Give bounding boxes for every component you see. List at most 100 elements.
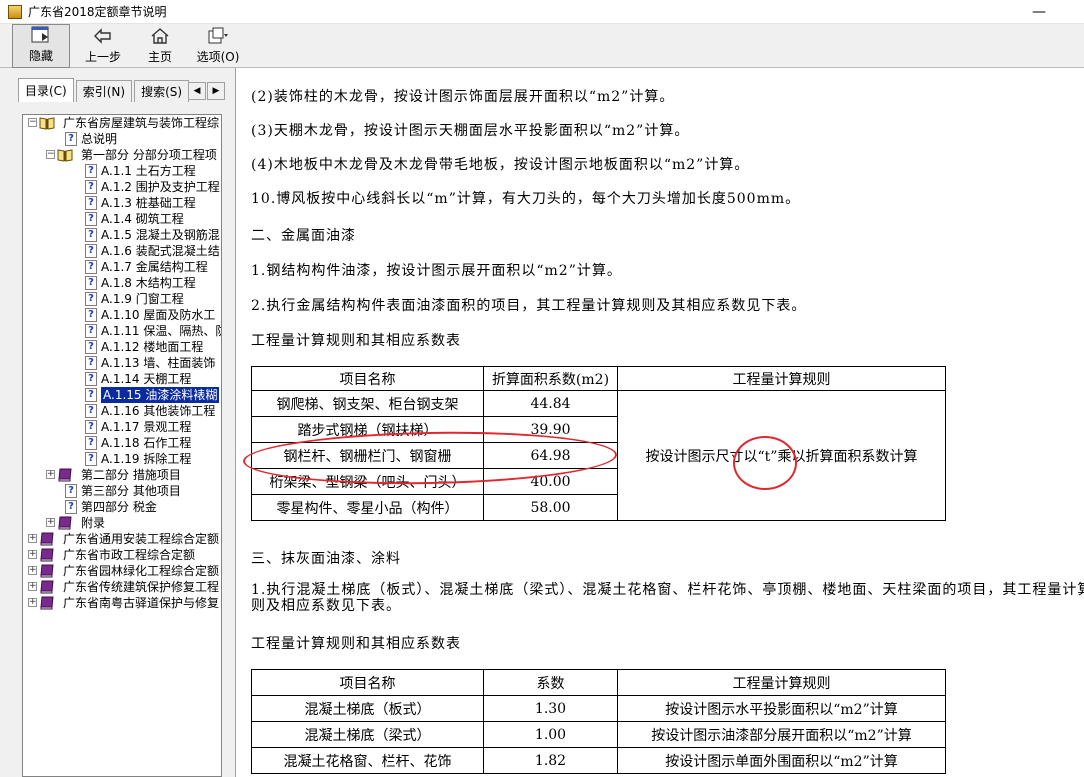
tree-item[interactable]: ? A.1.15 油漆涂料裱糊 — [23, 387, 221, 403]
tree-item[interactable]: + 第二部分 措施项目 — [23, 467, 221, 483]
tree-item-label: A.1.8 木结构工程 — [101, 276, 196, 290]
tree-item-label: 第三部分 其他项目 — [81, 484, 181, 498]
table-header-cell: 折算面积系数(m2) — [483, 366, 618, 391]
section-heading: 二、金属面油漆 — [251, 228, 356, 244]
expand-icon[interactable]: + — [46, 518, 55, 527]
tab-index[interactable]: 索引(N) — [75, 80, 133, 102]
tree-item[interactable]: ? A.1.6 装配式混凝土结 — [23, 243, 221, 259]
help-page-icon: ? — [85, 340, 97, 354]
table-header-row: 项目名称 系数 工程量计算规则 — [251, 669, 946, 696]
tree-item-label: A.1.5 混凝土及钢筋混 — [101, 228, 220, 242]
help-page-icon: ? — [85, 388, 97, 402]
tree-item-label: A.1.12 楼地面工程 — [101, 340, 204, 354]
table-cell: 58.00 — [483, 494, 618, 521]
tab-scroll-right-icon[interactable]: ▶ — [207, 82, 225, 100]
table-cell: 混凝土梯底（板式） — [251, 695, 484, 722]
tab-scroll-left-icon[interactable]: ◀ — [188, 82, 206, 100]
tree-item[interactable]: ? A.1.4 砌筑工程 — [23, 211, 221, 227]
tree-item[interactable]: ? 第三部分 其他项目 — [23, 483, 221, 499]
tree-item[interactable]: ? A.1.19 拆除工程 — [23, 451, 221, 467]
table-cell: 钢栏杆、钢栅栏门、钢窗栅 — [251, 442, 484, 469]
app-book-icon — [8, 4, 22, 19]
home-button[interactable]: 主页 — [134, 24, 186, 68]
content-pane: (2)装饰柱的木龙骨，按设计图示饰面层展开面积以“m2”计算。 (3)天棚木龙骨… — [237, 68, 1084, 777]
content-line: 10.博风板按中心线斜长以“m”计算，有大刀头的，每个大刀头增加长度500mm。 — [251, 191, 801, 207]
help-page-icon: ? — [85, 212, 97, 226]
help-page-icon: ? — [85, 244, 97, 258]
tree-item[interactable]: − 广东省房屋建筑与装饰工程综 — [23, 115, 221, 131]
expand-icon[interactable]: + — [46, 470, 55, 479]
home-icon — [150, 26, 170, 46]
tree-item[interactable]: ? A.1.7 金属结构工程 — [23, 259, 221, 275]
tree-item[interactable]: + 广东省通用安装工程综合定额 — [23, 531, 221, 547]
help-page-icon: ? — [85, 372, 97, 386]
hide-pane-icon — [30, 25, 52, 45]
minimize-button[interactable]: — — [1016, 0, 1062, 24]
title-bar: 广东省2018定额章节说明 — — [0, 0, 1084, 24]
tree-item[interactable]: ? A.1.5 混凝土及钢筋混 — [23, 227, 221, 243]
tree-item[interactable]: ? A.1.9 门窗工程 — [23, 291, 221, 307]
contents-tree[interactable]: − 广东省房屋建筑与装饰工程综? 总说明 − 第一部分 分部分项工程项? A.1.1 土石… — [22, 114, 222, 777]
table-header-cell: 项目名称 — [251, 366, 484, 391]
options-button[interactable]: 选项(O) — [188, 24, 248, 68]
tree-item-label: A.1.1 土石方工程 — [101, 164, 196, 178]
tree-item[interactable]: ? 第四部分 税金 — [23, 499, 221, 515]
tree-item[interactable]: ? A.1.14 天棚工程 — [23, 371, 221, 387]
tree-item[interactable]: ? 总说明 — [23, 131, 221, 147]
tree-item[interactable]: ? A.1.8 木结构工程 — [23, 275, 221, 291]
expand-icon[interactable]: + — [28, 566, 37, 575]
tree-item[interactable]: ? A.1.1 土石方工程 — [23, 163, 221, 179]
help-page-icon: ? — [85, 260, 97, 274]
help-page-icon: ? — [85, 436, 97, 450]
tree-item[interactable]: + 广东省传统建筑保护修复工程 — [23, 579, 221, 595]
help-page-icon: ? — [85, 356, 97, 370]
collapse-icon[interactable]: − — [28, 118, 37, 127]
tab-contents[interactable]: 目录(C) — [18, 78, 74, 102]
navigation-pane: 目录(C) 索引(N) 搜索(S) ◀ ▶ − 广东省房屋建筑与装饰工程综? 总说明… — [0, 68, 236, 777]
tree-item[interactable]: ? A.1.11 保温、隔热、防 — [23, 323, 221, 339]
tree-item-label: A.1.3 桩基础工程 — [101, 196, 196, 210]
tree-item[interactable]: ? A.1.12 楼地面工程 — [23, 339, 221, 355]
tree-item[interactable]: + 广东省南粤古驿道保护与修复 — [23, 595, 221, 611]
book-closed-icon — [39, 548, 54, 562]
expand-icon[interactable]: + — [28, 534, 37, 543]
tree-item-label: A.1.11 保温、隔热、防 — [101, 324, 222, 338]
collapse-icon[interactable]: − — [46, 150, 55, 159]
tree-item[interactable]: − 第一部分 分部分项工程项 — [23, 147, 221, 163]
hide-button[interactable]: 隐藏 — [12, 24, 70, 68]
expand-icon[interactable]: + — [28, 582, 37, 591]
back-arrow-icon — [93, 26, 113, 46]
tree-item[interactable]: ? A.1.13 墙、柱面装饰 — [23, 355, 221, 371]
tree-item[interactable]: ? A.1.16 其他装饰工程 — [23, 403, 221, 419]
tree-item[interactable]: ? A.1.10 屋面及防水工 — [23, 307, 221, 323]
table-caption: 工程量计算规则和其相应系数表 — [251, 333, 461, 349]
content-line: (3)天棚木龙骨，按设计图示天棚面层水平投影面积以“m2”计算。 — [251, 123, 690, 139]
help-page-icon: ? — [85, 452, 97, 466]
table-cell: 混凝土梯底（梁式） — [251, 721, 484, 748]
expand-icon[interactable]: + — [28, 550, 37, 559]
tree-item[interactable]: ? A.1.2 围护及支护工程 — [23, 179, 221, 195]
help-page-icon: ? — [85, 324, 97, 338]
tree-item[interactable]: + 广东省市政工程综合定额 — [23, 547, 221, 563]
tab-search[interactable]: 搜索(S) — [134, 80, 190, 102]
tree-item-label: A.1.4 砌筑工程 — [101, 212, 184, 226]
expand-icon[interactable]: + — [28, 598, 37, 607]
tree-item-label: 总说明 — [81, 132, 118, 146]
book-closed-icon — [39, 596, 54, 610]
table-cell: 按设计图示水平投影面积以“m2”计算 — [617, 695, 946, 722]
tree-item[interactable]: ? A.1.3 桩基础工程 — [23, 195, 221, 211]
help-page-icon: ? — [85, 308, 97, 322]
coefficient-table-plaster: 项目名称 系数 工程量计算规则 混凝土梯底（板式） 1.30 按设计图示水平投影… — [251, 669, 946, 774]
tree-item[interactable]: ? A.1.17 景观工程 — [23, 419, 221, 435]
content-line: 2.执行金属结构构件表面油漆面积的项目，其工程量计算规则及其相应系数见下表。 — [251, 298, 807, 314]
tree-item[interactable]: ? A.1.18 石作工程 — [23, 435, 221, 451]
tree-item[interactable]: + 广东省园林绿化工程综合定额 — [23, 563, 221, 579]
help-page-icon: ? — [85, 276, 97, 290]
help-page-icon: ? — [85, 404, 97, 418]
tree-item-label: 广东省通用安装工程综合定额 — [63, 532, 220, 546]
back-button[interactable]: 上一步 — [74, 24, 132, 68]
table-row: 混凝土花格窗、栏杆、花饰 1.82 按设计图示单面外围面积以“m2”计算 — [251, 747, 946, 774]
tree-item-label: A.1.19 拆除工程 — [101, 452, 192, 466]
tree-item[interactable]: + 附录 — [23, 515, 221, 531]
tree-item-label: 广东省园林绿化工程综合定额 — [63, 564, 220, 578]
